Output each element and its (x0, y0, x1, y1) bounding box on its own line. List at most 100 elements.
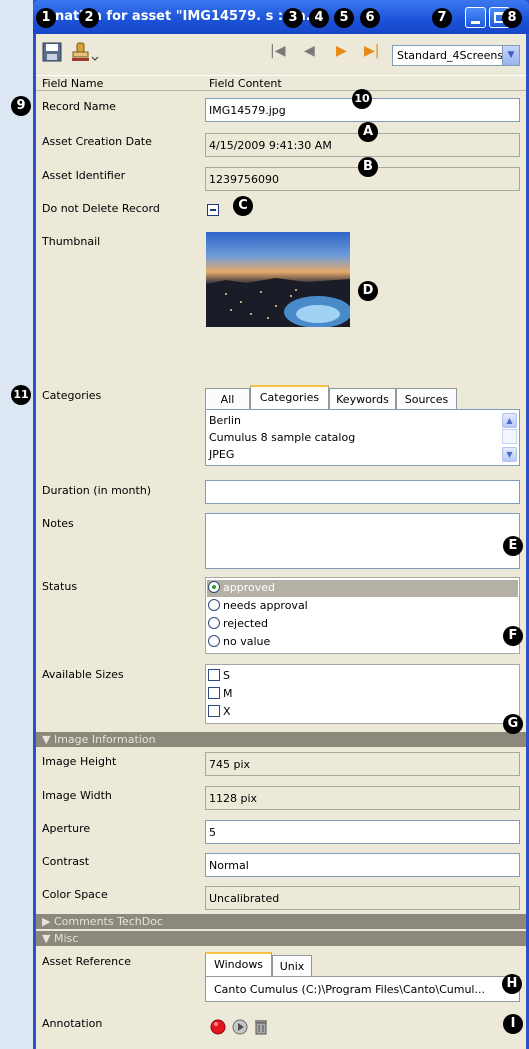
previous-record-button[interactable]: ◀ (304, 43, 315, 59)
categories-list: Berlin Cumulus 8 sample catalog JPEG ▲ ▼ (205, 409, 520, 466)
callout-marker-b: B (358, 157, 378, 177)
status-radio-group: approved needs approval rejected no valu… (205, 577, 520, 654)
callout-marker-h: H (502, 974, 522, 994)
trash-icon[interactable] (254, 1018, 268, 1038)
status-option-needs-approval[interactable]: needs approval (208, 598, 308, 615)
do-not-delete-checkbox[interactable] (207, 204, 219, 216)
status-option-no-value[interactable]: no value (208, 634, 270, 651)
record-icon[interactable] (210, 1019, 226, 1038)
scrollbar-thumb[interactable] (502, 429, 517, 444)
asset-identifier-label: Asset Identifier (42, 169, 126, 182)
tab-windows[interactable]: Windows (205, 952, 272, 976)
callout-marker-7: 7 (432, 8, 452, 28)
scroll-up-icon[interactable]: ▲ (502, 413, 517, 428)
size-option-x[interactable]: X (208, 704, 231, 721)
title-bar[interactable]: nation for asset "IMG14579. s : Sa.. (33, 0, 529, 34)
radio-icon (208, 599, 220, 611)
toolbar: |◀ ◀ ▶ ▶| Standard_4Screens ▼ (36, 34, 526, 74)
layout-preset-value: Standard_4Screens (397, 49, 504, 62)
radio-icon (208, 617, 220, 629)
notes-field[interactable] (205, 513, 520, 569)
list-item[interactable]: Cumulus 8 sample catalog (209, 430, 355, 447)
aperture-label: Aperture (42, 822, 91, 835)
size-option-m[interactable]: M (208, 686, 233, 703)
categories-label: Categories (42, 389, 102, 402)
radio-icon (208, 635, 220, 647)
first-record-button[interactable]: |◀ (270, 43, 285, 59)
callout-marker-1: 1 (36, 8, 56, 28)
section-image-information[interactable]: ▼ Image Information (36, 732, 526, 747)
client-area: |◀ ◀ ▶ ▶| Standard_4Screens ▼ Field Name… (36, 34, 526, 1049)
duration-label: Duration (in month) (42, 484, 152, 497)
callout-marker-d: D (358, 281, 378, 301)
contrast-label: Contrast (42, 855, 90, 868)
image-height-label: Image Height (42, 755, 117, 768)
callout-marker-6: 6 (360, 8, 380, 28)
available-sizes-label: Available Sizes (42, 668, 124, 681)
checkbox-icon (208, 687, 220, 699)
status-label: Status (42, 580, 78, 593)
asset-reference-value: Canto Cumulus (C:)\Program Files\Canto\C… (214, 983, 485, 996)
last-record-button[interactable]: ▶| (364, 43, 379, 59)
list-item[interactable]: Berlin (209, 413, 241, 430)
callout-marker-10: 10 (352, 89, 372, 109)
sizes-checkbox-group: S M X (205, 664, 520, 724)
tab-categories[interactable]: Categories (250, 385, 329, 409)
list-item[interactable]: JPEG (209, 447, 234, 464)
chevron-down-icon[interactable]: ▼ (502, 46, 519, 65)
thumbnail-image[interactable] (206, 232, 350, 327)
layout-preset-select[interactable]: Standard_4Screens ▼ (392, 45, 520, 66)
creation-date-label: Asset Creation Date (42, 135, 152, 148)
play-icon[interactable] (232, 1019, 248, 1038)
checkbox-icon (208, 669, 220, 681)
image-height-field: 745 pix (205, 752, 520, 776)
image-width-label: Image Width (42, 789, 112, 802)
tab-all[interactable]: All (205, 388, 250, 409)
color-space-field: Uncalibrated (205, 886, 520, 910)
tab-keywords[interactable]: Keywords (329, 388, 396, 409)
callout-marker-3: 3 (283, 8, 303, 28)
callout-marker-9: 9 (11, 96, 31, 116)
callout-marker-i: I (503, 1014, 523, 1034)
asset-reference-tabs: Windows Unix (205, 952, 520, 976)
minimize-button[interactable] (465, 7, 486, 28)
do-not-delete-label: Do not Delete Record (42, 202, 160, 215)
field-name-header: Field Name (42, 77, 104, 90)
status-option-approved[interactable]: approved (208, 580, 275, 597)
callout-marker-c: C (233, 196, 253, 216)
record-name-label: Record Name (42, 100, 116, 113)
radio-icon (208, 581, 220, 593)
section-misc[interactable]: ▼ Misc (36, 931, 526, 946)
callout-marker-5: 5 (334, 8, 354, 28)
callout-marker-a: A (358, 122, 378, 142)
duration-field[interactable] (205, 480, 520, 504)
scroll-down-icon[interactable]: ▼ (502, 447, 517, 462)
notes-label: Notes (42, 517, 74, 530)
categories-tabs: All Categories Keywords Sources (205, 385, 520, 409)
color-space-label: Color Space (42, 888, 108, 901)
image-width-field: 1128 pix (205, 786, 520, 810)
callout-marker-f: F (503, 626, 523, 646)
callout-marker-g: G (503, 714, 523, 734)
column-header: Field Name Field Content (36, 75, 526, 91)
next-record-button[interactable]: ▶ (336, 43, 347, 59)
callout-marker-11: 11 (11, 385, 31, 405)
tab-sources[interactable]: Sources (396, 388, 457, 409)
annotation-label: Annotation (42, 1017, 103, 1030)
asset-info-window: nation for asset "IMG14579. s : Sa.. |◀ … (33, 0, 529, 1049)
size-option-s[interactable]: S (208, 668, 230, 685)
asset-reference-label: Asset Reference (42, 955, 131, 968)
callout-marker-e: E (503, 536, 523, 556)
status-option-rejected[interactable]: rejected (208, 616, 268, 633)
thumbnail-label: Thumbnail (42, 235, 101, 248)
callout-marker-2: 2 (79, 8, 99, 28)
checkbox-icon (208, 705, 220, 717)
tab-unix[interactable]: Unix (272, 955, 312, 976)
asset-reference-panel: Canto Cumulus (C:)\Program Files\Canto\C… (205, 976, 520, 1002)
stamp-icon[interactable] (70, 42, 100, 67)
save-icon[interactable] (42, 42, 62, 65)
section-comments-techdoc[interactable]: ▶ Comments TechDoc (36, 914, 526, 929)
field-content-header: Field Content (209, 77, 282, 90)
aperture-field[interactable]: 5 (205, 820, 520, 844)
contrast-field[interactable]: Normal (205, 853, 520, 877)
